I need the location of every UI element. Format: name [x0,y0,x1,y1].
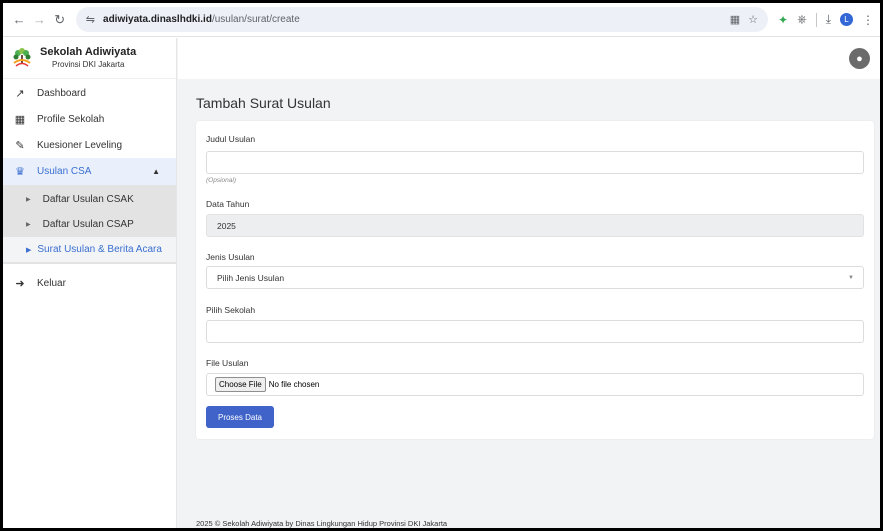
logout-icon: ➜ [15,277,25,290]
proses-data-button[interactable]: Proses Data [206,406,274,428]
sidebar-item-profile-sekolah[interactable]: ▦ Profile Sekolah [3,106,176,132]
jenis-usulan-selected: Pilih Jenis Usulan [217,272,285,283]
usulan-csa-submenu: ▶ Daftar Usulan CSAK ▶ Daftar Usulan CSA… [3,185,176,264]
caret-right-icon: ▶ [26,246,32,254]
browser-window: ← → ↻ ⇋ adiwiyata.dinaslhdki.id /usulan/… [3,3,880,528]
pilih-sekolah-label: Pilih Sekolah [206,305,256,315]
data-tahun-label: Data Tahun [206,199,250,209]
sidebar-item-label: Dashboard [37,87,86,99]
chevron-down-icon: ▼ [848,274,854,281]
submenu-item-label: Daftar Usulan CSAK [42,194,134,205]
top-header: ● [178,38,880,79]
pilih-sekolah-input[interactable] [206,320,864,343]
jenis-usulan-label: Jenis Usulan [206,252,255,262]
translate-icon[interactable]: ▦ [730,13,740,26]
choose-file-button[interactable]: Choose File [215,377,266,392]
data-tahun-value: 2025 [217,220,236,231]
toolbar-divider [815,12,817,27]
reload-icon[interactable]: ↻ [50,9,70,31]
sidebar-menu: ↗ Dashboard ▦ Profile Sekolah ✎ Kuesione… [3,80,176,185]
sidebar-item-label: Kuesioner Leveling [37,139,123,151]
page-title: Tambah Surat Usulan [196,95,331,111]
caret-right-icon: ▶ [26,197,31,203]
site-settings-icon[interactable]: ⇋ [86,13,95,26]
brand-title: Sekolah Adiwiyata [40,46,137,58]
trophy-icon: ♛ [15,166,25,178]
brand-subtitle: Provinsi DKI Jakarta [52,60,125,69]
sidebar-item-label: Profile Sekolah [37,113,105,125]
download-icon[interactable]: ⤓ [826,12,831,27]
address-bar[interactable]: ⇋ adiwiyata.dinaslhdki.id /usulan/surat/… [75,7,769,32]
caret-right-icon: ▶ [26,222,31,228]
adiwiyata-logo-icon [13,48,31,67]
submenu-item-daftar-usulan-csap[interactable]: ▶ Daftar Usulan CSAP [3,212,176,237]
sidebar-item-label: Usulan CSA [37,166,92,177]
brand[interactable]: Sekolah Adiwiyata Provinsi DKI Jakarta [3,38,176,79]
submenu-item-label: Daftar Usulan CSAP [42,219,134,230]
sidebar-item-kuesioner-leveling[interactable]: ✎ Kuesioner Leveling [3,132,176,158]
sidebar-item-dashboard[interactable]: ↗ Dashboard [3,80,176,106]
building-icon: ▦ [14,113,26,126]
url-path: /usulan/surat/create [211,14,300,25]
profile-avatar[interactable]: L [840,13,854,26]
no-file-chosen-text: No file chosen [268,380,320,389]
bookmark-star-icon[interactable]: ☆ [748,13,758,26]
url-host: adiwiyata.dinaslhdki.id [103,14,212,25]
judul-usulan-label: Judul Usulan [206,134,256,144]
judul-usulan-input[interactable] [206,151,864,174]
submenu-item-daftar-usulan-csak[interactable]: ▶ Daftar Usulan CSAK [3,187,176,212]
chart-line-icon: ↗ [15,87,25,100]
back-icon[interactable]: ← [9,9,29,31]
submenu-item-surat-usulan-berita-acara[interactable]: ▶ Surat Usulan & Berita Acara [3,237,176,262]
jenis-usulan-select[interactable]: Pilih Jenis Usulan ▼ [206,266,864,289]
judul-usulan-hint: (Opsional) [206,177,236,184]
forward-icon[interactable]: → [29,9,49,31]
user-avatar-icon[interactable]: ● [849,48,870,69]
sidebar: Sekolah Adiwiyata Provinsi DKI Jakarta ↗… [3,38,177,528]
file-usulan-label: File Usulan [206,358,249,368]
sidebar-item-usulan-csa[interactable]: ♛ Usulan CSA ▲ [3,158,176,185]
browser-toolbar: ← → ↻ ⇋ adiwiyata.dinaslhdki.id /usulan/… [3,3,880,37]
browser-menu-icon[interactable]: ⋮ [862,13,874,27]
submenu-item-label: Surat Usulan & Berita Acara [37,244,162,255]
extension-icon[interactable]: ✦ [778,13,788,27]
sidebar-item-label: Keluar [37,277,66,289]
file-usulan-input[interactable]: Choose File No file chosen [206,373,864,396]
chevron-up-icon: ▲ [152,167,160,176]
extensions-puzzle-icon[interactable]: ⎈ [797,12,807,27]
app-area: Sekolah Adiwiyata Provinsi DKI Jakarta ↗… [3,38,880,528]
form-card: Judul Usulan (Opsional) Data Tahun 2025 … [196,121,874,439]
data-tahun-input[interactable]: 2025 [206,214,864,237]
edit-icon: ✎ [15,139,25,152]
sidebar-item-keluar[interactable]: ➜ Keluar [3,270,176,296]
footer-text: 2025 © Sekolah Adiwiyata by Dinas Lingku… [196,519,448,528]
